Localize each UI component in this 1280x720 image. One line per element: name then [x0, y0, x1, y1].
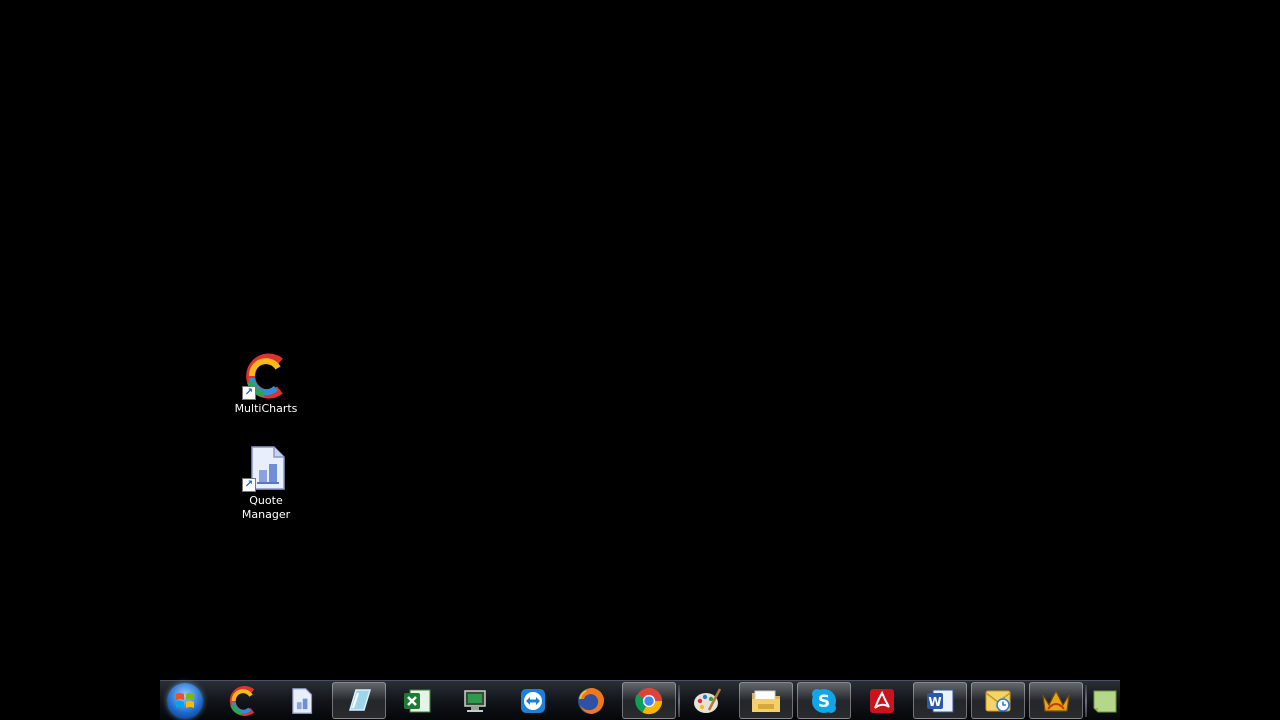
desktop-icon-label: Quote Manager — [241, 494, 291, 521]
taskbar-explorer[interactable] — [739, 682, 793, 719]
taskbar-excel[interactable] — [390, 682, 444, 719]
crown-icon — [1042, 689, 1070, 712]
firefox-icon — [578, 687, 604, 714]
desktop-icon-quote-manager[interactable]: ↗ Quote Manager — [224, 444, 308, 522]
taskbar-word[interactable]: W — [913, 682, 967, 719]
teamviewer-icon — [521, 688, 545, 713]
chrome-icon — [635, 687, 663, 714]
taskbar-firefox[interactable] — [564, 682, 618, 719]
editor-icon — [348, 688, 372, 711]
taskbar-multicharts[interactable] — [216, 682, 270, 719]
svg-text:S: S — [818, 692, 830, 712]
desktop-icon-multicharts[interactable]: ↗ MultiCharts — [224, 352, 308, 416]
quote-manager-icon: ↗ — [242, 444, 290, 492]
skype-icon: S — [812, 688, 836, 713]
folder-icon — [752, 690, 780, 712]
taskbar-remote-desktop[interactable] — [448, 682, 502, 719]
quote-manager-icon — [292, 687, 313, 714]
remote-desktop-icon — [464, 689, 486, 712]
multicharts-icon: ↗ — [242, 352, 290, 400]
taskbar-outlook[interactable] — [971, 682, 1025, 719]
svg-text:W: W — [928, 695, 941, 709]
taskbar-notes[interactable] — [1088, 682, 1120, 719]
taskbar-separator — [1085, 685, 1087, 717]
taskbar-chrome[interactable] — [622, 682, 676, 719]
taskbar: S W — [160, 680, 1120, 720]
taskbar-acrobat[interactable] — [855, 682, 909, 719]
acrobat-icon — [870, 688, 894, 713]
shortcut-arrow-icon: ↗ — [242, 386, 256, 400]
taskbar-editor[interactable] — [332, 682, 386, 719]
paint-icon — [694, 687, 722, 713]
word-icon: W — [927, 689, 954, 712]
excel-icon — [404, 689, 431, 712]
windows-logo-icon — [167, 682, 203, 719]
taskbar-skype[interactable]: S — [797, 682, 851, 719]
desktop-icon-label: MultiCharts — [234, 402, 298, 415]
taskbar-teamviewer[interactable] — [506, 682, 560, 719]
taskbar-paint[interactable] — [680, 682, 734, 719]
start-button[interactable] — [158, 682, 212, 719]
outlook-icon — [985, 690, 1011, 712]
taskbar-app-crown[interactable] — [1029, 682, 1083, 719]
multicharts-icon — [229, 685, 255, 716]
shortcut-arrow-icon: ↗ — [242, 478, 256, 492]
notes-icon — [1093, 690, 1117, 712]
desktop: ↗ MultiCharts ↗ Quote Manager — [0, 0, 1280, 680]
taskbar-quote-manager[interactable] — [274, 682, 328, 719]
